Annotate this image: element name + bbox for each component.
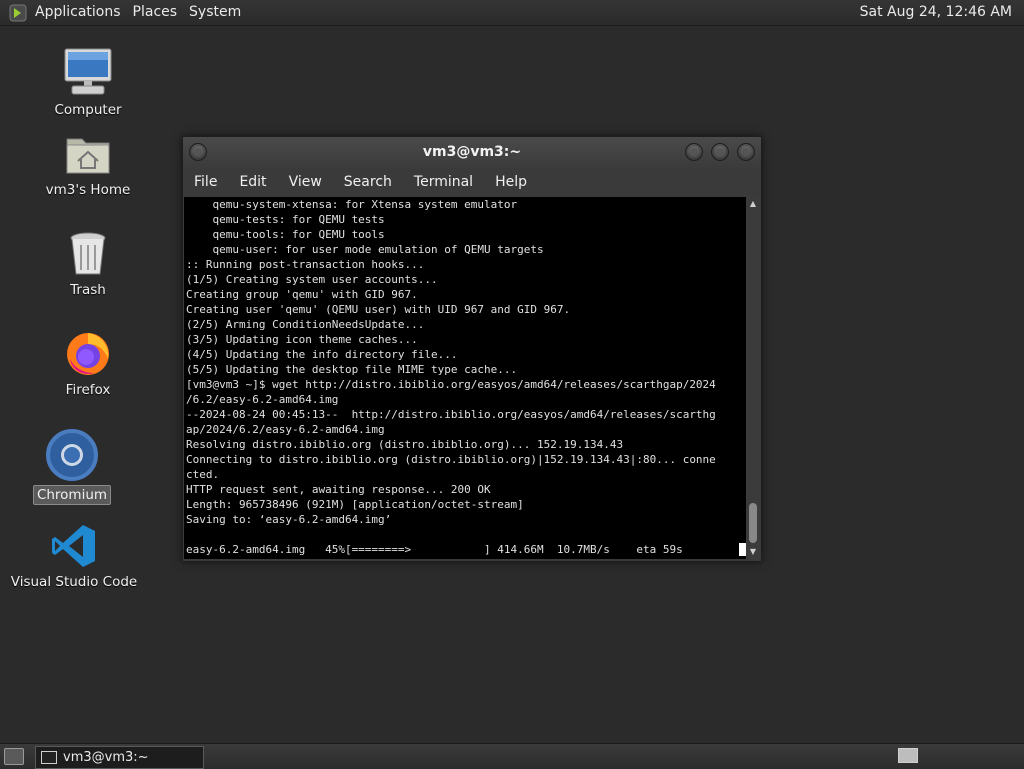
desktop-icon-label: Chromium [32,485,112,505]
terminal-line: (3/5) Updating icon theme caches... [186,333,418,346]
terminal-line: [vm3@vm3 ~]$ wget http://distro.ibiblio.… [186,378,716,391]
terminal-line: HTTP request sent, awaiting response... … [186,483,491,496]
window-titlebar[interactable]: vm3@vm3:~ [183,137,761,168]
desktop-icon-label: Computer [54,102,122,118]
window-menu-button[interactable] [189,143,207,161]
terminal-line: (2/5) Arming ConditionNeedsUpdate... [186,318,425,331]
trash-icon [70,232,106,275]
desktop-icon-vscode[interactable]: Visual Studio Code [9,517,139,591]
desktop-icon-chromium[interactable]: Chromium [7,429,137,505]
terminal-text: qemu-system-xtensa: for Xtensa system em… [184,197,746,527]
terminal-line: ap/2024/6.2/easy-6.2-amd64.img [186,423,385,436]
taskbar-window-label: vm3@vm3:~ [63,750,149,765]
terminal-line: qemu-user: for user mode emulation of QE… [186,243,544,256]
clock[interactable]: Sat Aug 24, 12:46 AM [860,0,1012,25]
terminal-line: Resolving distro.ibiblio.org (distro.ibi… [186,438,624,451]
terminal-line: Creating user 'qemu' (QEMU user) with UI… [186,303,571,316]
desktop-icon-label: vm3's Home [45,182,131,198]
computer-icon [64,48,112,95]
close-button[interactable] [737,143,755,161]
applications-logo-icon[interactable] [9,4,27,22]
show-desktop-icon[interactable] [4,748,24,765]
terminal-line: qemu-tests: for QEMU tests [186,213,385,226]
terminal-line: Creating group 'qemu' with GID 967. [186,288,418,301]
home-folder-icon [66,138,110,174]
chromium-icon [46,429,98,481]
terminal-line: /6.2/easy-6.2-amd64.img [186,393,339,406]
terminal-line: (5/5) Updating the desktop file MIME typ… [186,363,518,376]
desktop-icon-computer[interactable]: Computer [23,45,153,119]
terminal-window[interactable]: vm3@vm3:~ File Edit View Search Terminal… [182,136,762,562]
menu-edit[interactable]: Edit [228,168,277,197]
download-progress-line: easy-6.2-amd64.img 45%[========> ] 414.6… [186,543,683,556]
desktop-icon-firefox[interactable]: Firefox [23,325,153,399]
terminal-line: :: Running post-transaction hooks... [186,258,425,271]
menu-view[interactable]: View [278,168,333,197]
scrollbar[interactable]: ▲ ▼ [746,197,760,559]
workspace-switcher[interactable] [898,748,918,763]
firefox-icon [67,333,109,375]
terminal-line: cted. [186,468,220,481]
text-cursor [739,543,746,556]
top-panel: Applications Places System Sat Aug 24, 1… [0,0,1024,26]
terminal-line: Length: 965738496 (921M) [application/oc… [186,498,524,511]
minimize-button[interactable] [685,143,703,161]
desktop-icon-label: Firefox [65,382,111,398]
applications-menu[interactable]: Applications [29,0,127,25]
scroll-down-arrow-icon[interactable]: ▼ [748,547,758,557]
bottom-panel: vm3@vm3:~ [0,743,1024,769]
taskbar-window-button[interactable]: vm3@vm3:~ [35,746,204,769]
window-title: vm3@vm3:~ [422,144,522,160]
menu-terminal[interactable]: Terminal [403,168,484,197]
terminal-line: Connecting to distro.ibiblio.org (distro… [186,453,716,466]
menu-search[interactable]: Search [333,168,403,197]
desktop-icon-label: Trash [70,282,106,298]
menu-help[interactable]: Help [484,168,538,197]
terminal-line: Saving to: ‘easy-6.2-amd64.img’ [186,513,392,526]
menu-file[interactable]: File [183,168,228,197]
terminal-icon [41,751,57,764]
terminal-line: qemu-tools: for QEMU tools [186,228,385,241]
system-menu[interactable]: System [183,0,247,25]
scroll-up-arrow-icon[interactable]: ▲ [748,199,758,209]
terminal-line: (4/5) Updating the info directory file..… [186,348,458,361]
terminal-menubar: File Edit View Search Terminal Help [183,168,761,197]
desktop-icon-label: Visual Studio Code [10,574,138,590]
desktop-icon-trash[interactable]: Trash [23,225,153,299]
terminal-line: --2024-08-24 00:45:13-- http://distro.ib… [186,408,716,421]
terminal-line: (1/5) Creating system user accounts... [186,273,438,286]
places-menu[interactable]: Places [127,0,184,25]
vscode-icon [52,525,95,567]
terminal-output[interactable]: qemu-system-xtensa: for Xtensa system em… [184,197,746,559]
maximize-button[interactable] [711,143,729,161]
desktop-icon-home[interactable]: vm3's Home [23,125,153,199]
terminal-line: qemu-system-xtensa: for Xtensa system em… [186,198,518,211]
scroll-thumb[interactable] [749,503,757,543]
